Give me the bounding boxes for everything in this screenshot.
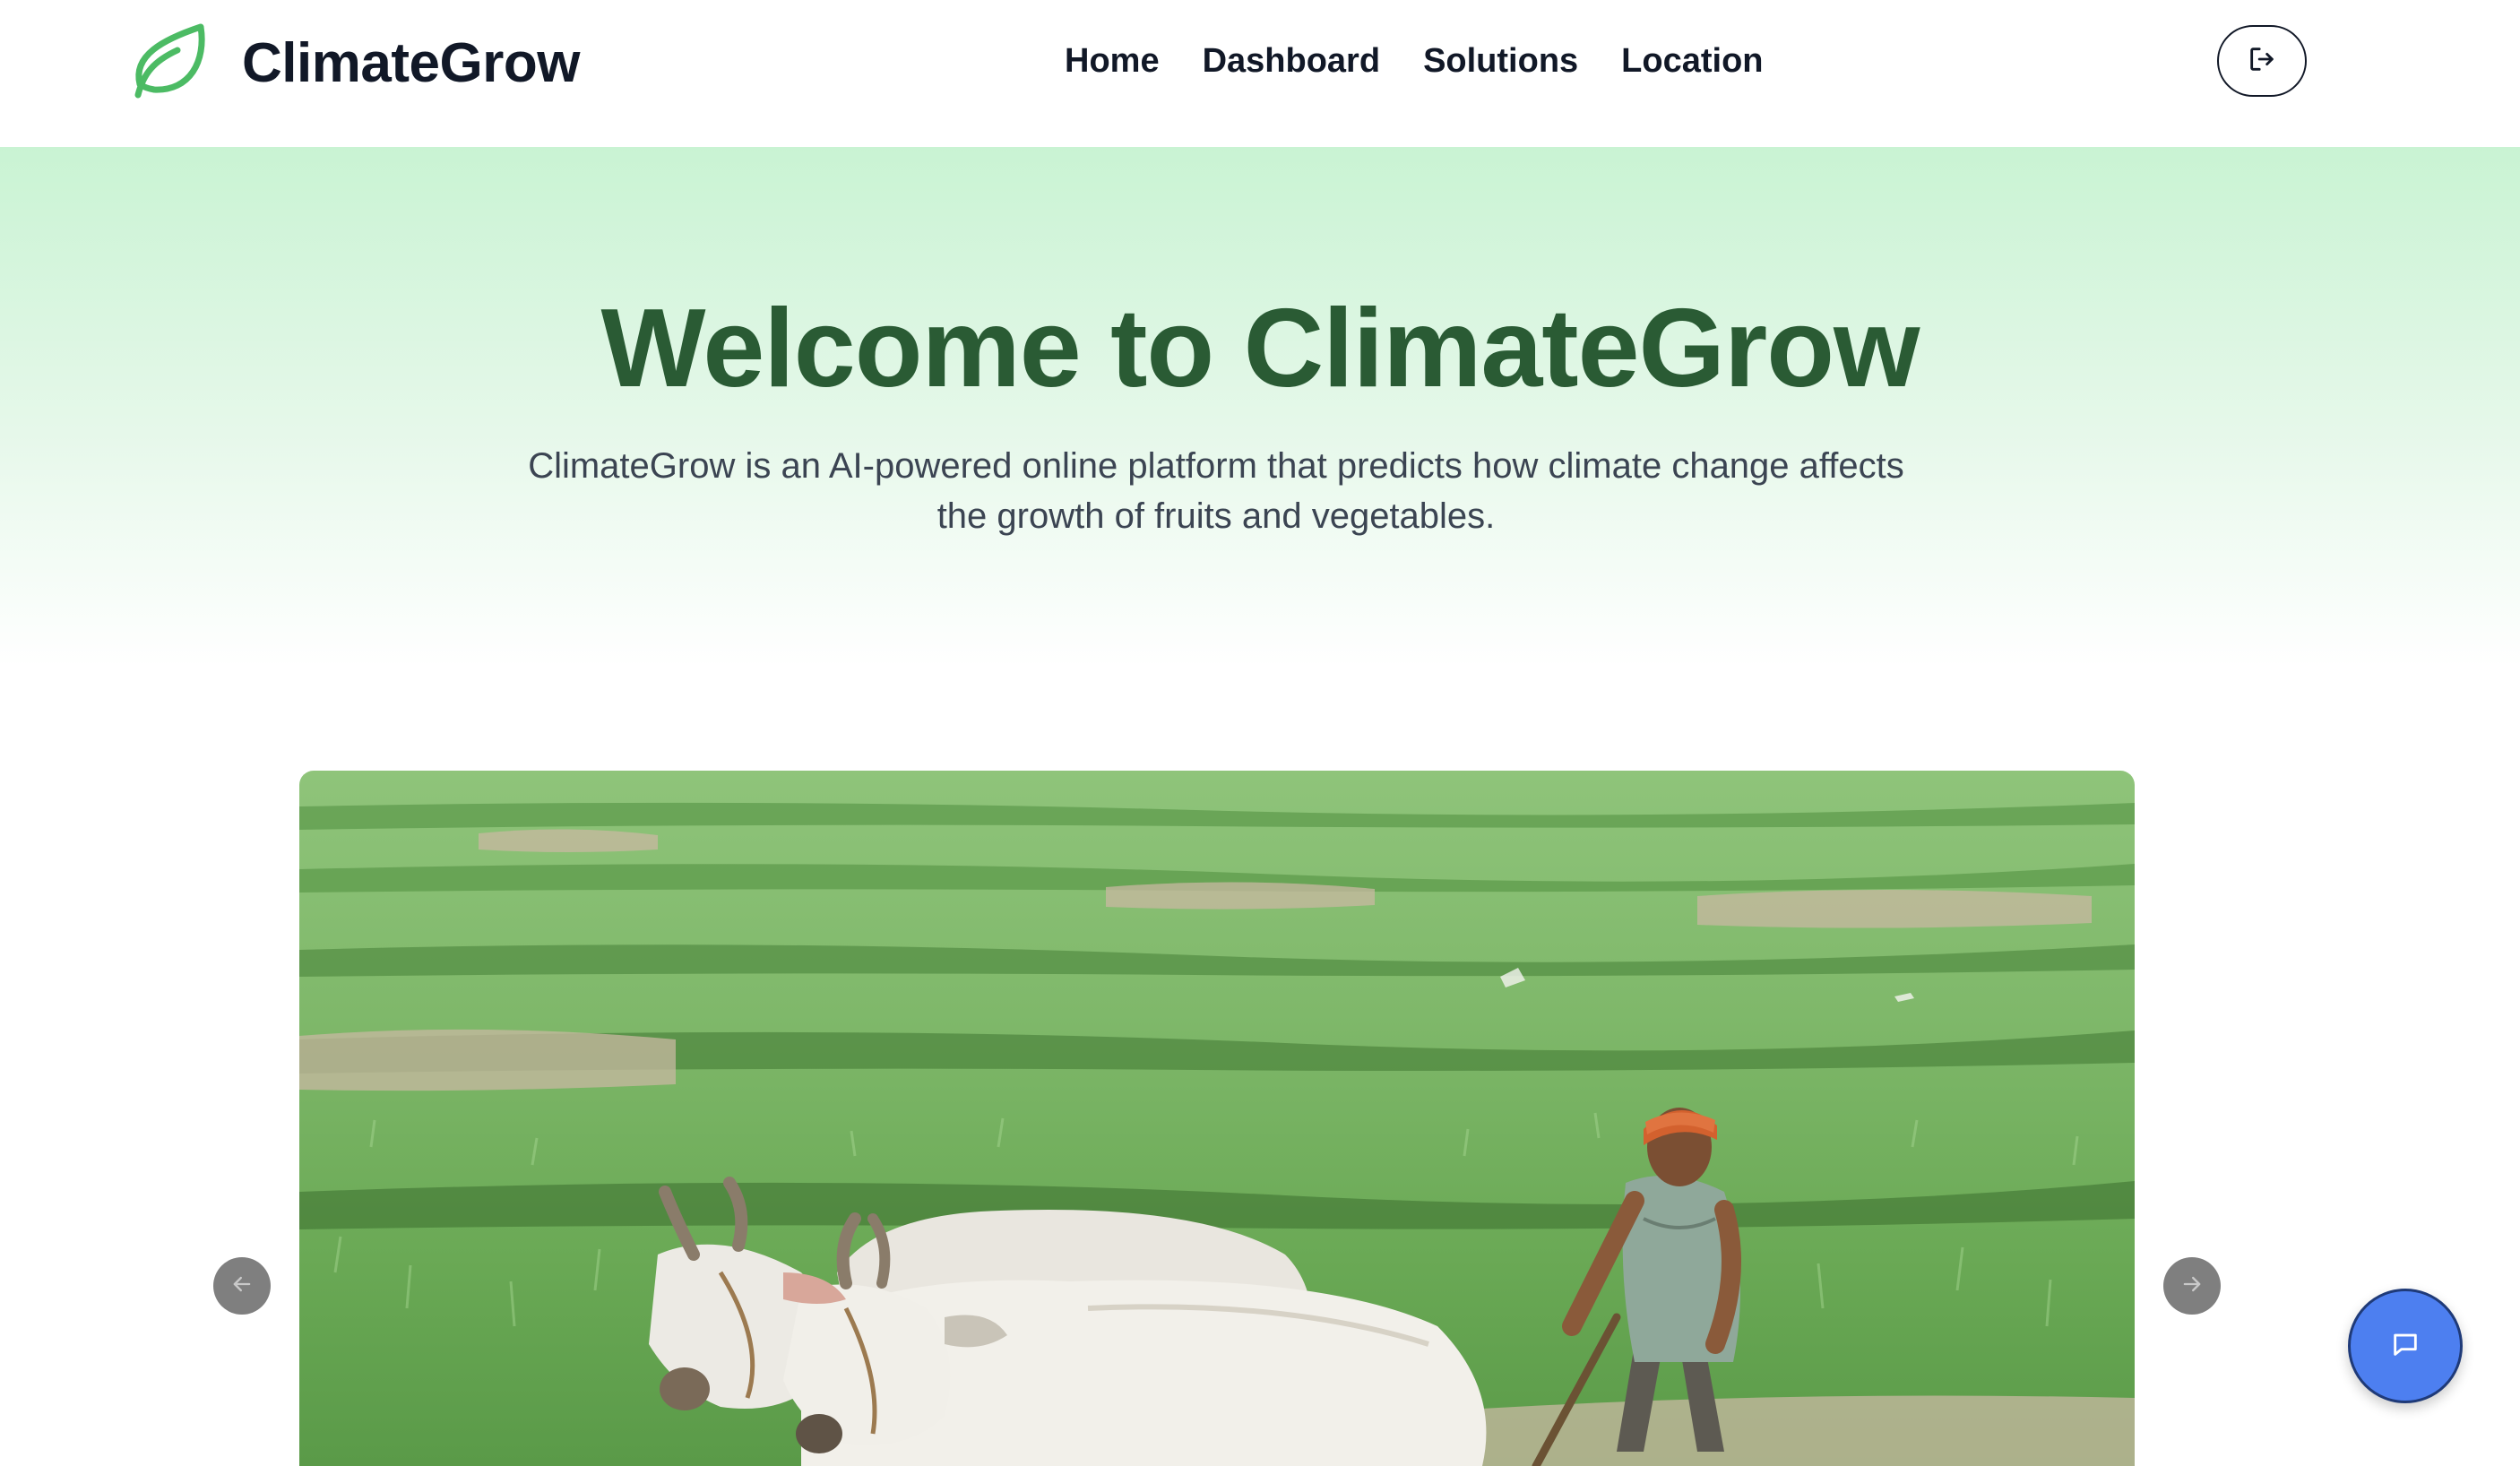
logout-icon <box>2247 44 2277 79</box>
nav-location[interactable]: Location <box>1621 42 1763 81</box>
main-nav: Home Dashboard Solutions Location <box>1065 34 1764 88</box>
carousel-prev-button[interactable] <box>213 1257 271 1315</box>
nav-home[interactable]: Home <box>1065 42 1160 81</box>
logout-button[interactable] <box>2217 25 2307 97</box>
hero-description: ClimateGrow is an AI-powered online plat… <box>528 446 1904 536</box>
hero-section: Welcome to ClimateGrow ClimateGrow is an… <box>0 147 2520 667</box>
nav-dashboard[interactable]: Dashboard <box>1203 42 1380 81</box>
arrow-right-icon <box>2179 1272 2205 1301</box>
chat-icon <box>2390 1329 2421 1364</box>
arrow-left-icon <box>229 1272 255 1301</box>
chat-button[interactable] <box>2348 1289 2463 1403</box>
leaf-icon[interactable] <box>127 20 208 100</box>
nav-solutions[interactable]: Solutions <box>1423 42 1578 81</box>
brand-name[interactable]: ClimateGrow <box>242 27 580 99</box>
hero-title: Welcome to ClimateGrow <box>600 287 1920 410</box>
navbar: ClimateGrow Home Dashboard Solutions Loc… <box>0 0 2520 147</box>
carousel-next-button[interactable] <box>2163 1257 2221 1315</box>
carousel-image <box>299 771 2135 1466</box>
